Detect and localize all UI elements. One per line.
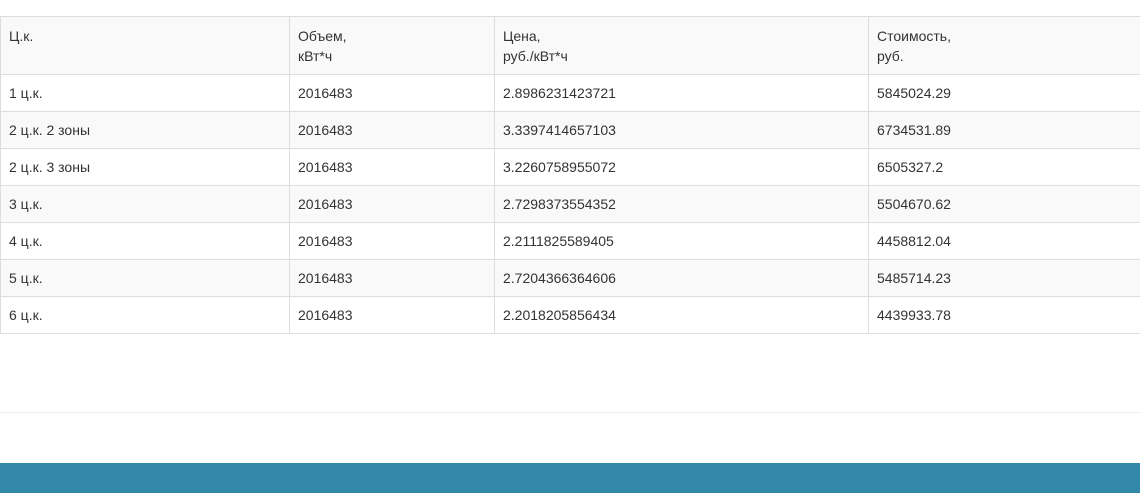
- cell-price: 2.2111825589405: [494, 222, 869, 260]
- header-text: Объем,: [298, 28, 347, 44]
- header-text: Стоимость,: [877, 28, 951, 44]
- header-text: Ц.к.: [9, 28, 34, 44]
- cell-category: 3 ц.к.: [0, 185, 290, 223]
- cell-category: 2 ц.к. 2 зоны: [0, 111, 290, 149]
- cell-volume: 2016483: [289, 74, 495, 112]
- header-text: Цена,: [503, 28, 541, 44]
- header-unit: кВт*ч: [298, 48, 333, 64]
- cell-volume: 2016483: [289, 222, 495, 260]
- header-cost: Стоимость, руб.: [868, 16, 1140, 75]
- header-volume: Объем, кВт*ч: [289, 16, 495, 75]
- table-row: 2 ц.к. 2 зоны 2016483 3.3397414657103 67345…: [0, 111, 1140, 149]
- header-price: Цена, руб./кВт*ч: [494, 16, 869, 75]
- cell-category: 2 ц.к. 3 зоны: [0, 148, 290, 186]
- cell-volume: 2016483: [289, 259, 495, 297]
- cell-cost: 4458812.04: [868, 222, 1140, 260]
- cell-price: 2.7298373554352: [494, 185, 869, 223]
- cell-price: 2.7204366364606: [494, 259, 869, 297]
- header-unit: руб./кВт*ч: [503, 48, 568, 64]
- cell-cost: 5485714.23: [868, 259, 1140, 297]
- cell-volume: 2016483: [289, 185, 495, 223]
- header-category: Ц.к.: [0, 16, 290, 75]
- table-row: 5 ц.к. 2016483 2.7204366364606 5485714.23: [0, 259, 1140, 297]
- cell-cost: 5845024.29: [868, 74, 1140, 112]
- cell-cost: 6734531.89: [868, 111, 1140, 149]
- cell-category: 5 ц.к.: [0, 259, 290, 297]
- table-row: 4 ц.к. 2016483 2.2111825589405 4458812.04: [0, 222, 1140, 260]
- cell-price: 3.2260758955072: [494, 148, 869, 186]
- tariff-comparison-table: Ц.к. Объем, кВт*ч Цена, руб./кВт*ч Стоимос…: [0, 16, 1140, 334]
- cell-volume: 2016483: [289, 296, 495, 334]
- cell-category: 1 ц.к.: [0, 74, 290, 112]
- divider: [0, 412, 1140, 413]
- cell-volume: 2016483: [289, 111, 495, 149]
- cell-cost: 6505327.2: [868, 148, 1140, 186]
- header-unit: руб.: [877, 48, 904, 64]
- cell-volume: 2016483: [289, 148, 495, 186]
- cell-price: 2.2018205856434: [494, 296, 869, 334]
- cell-price: 2.8986231423721: [494, 74, 869, 112]
- cell-category: 6 ц.к.: [0, 296, 290, 334]
- table-row: 3 ц.к. 2016483 2.7298373554352 5504670.62: [0, 185, 1140, 223]
- table-row: 2 ц.к. 3 зоны 2016483 3.2260758955072 65053…: [0, 148, 1140, 186]
- footer-bar: [0, 463, 1140, 493]
- cell-category: 4 ц.к.: [0, 222, 290, 260]
- table-row: 1 ц.к. 2016483 2.8986231423721 5845024.29: [0, 74, 1140, 112]
- cell-price: 3.3397414657103: [494, 111, 869, 149]
- table-row: 6 ц.к. 2016483 2.2018205856434 4439933.78: [0, 296, 1140, 334]
- cell-cost: 5504670.62: [868, 185, 1140, 223]
- table-header-row: Ц.к. Объем, кВт*ч Цена, руб./кВт*ч Стоимос…: [0, 16, 1140, 75]
- cell-cost: 4439933.78: [868, 296, 1140, 334]
